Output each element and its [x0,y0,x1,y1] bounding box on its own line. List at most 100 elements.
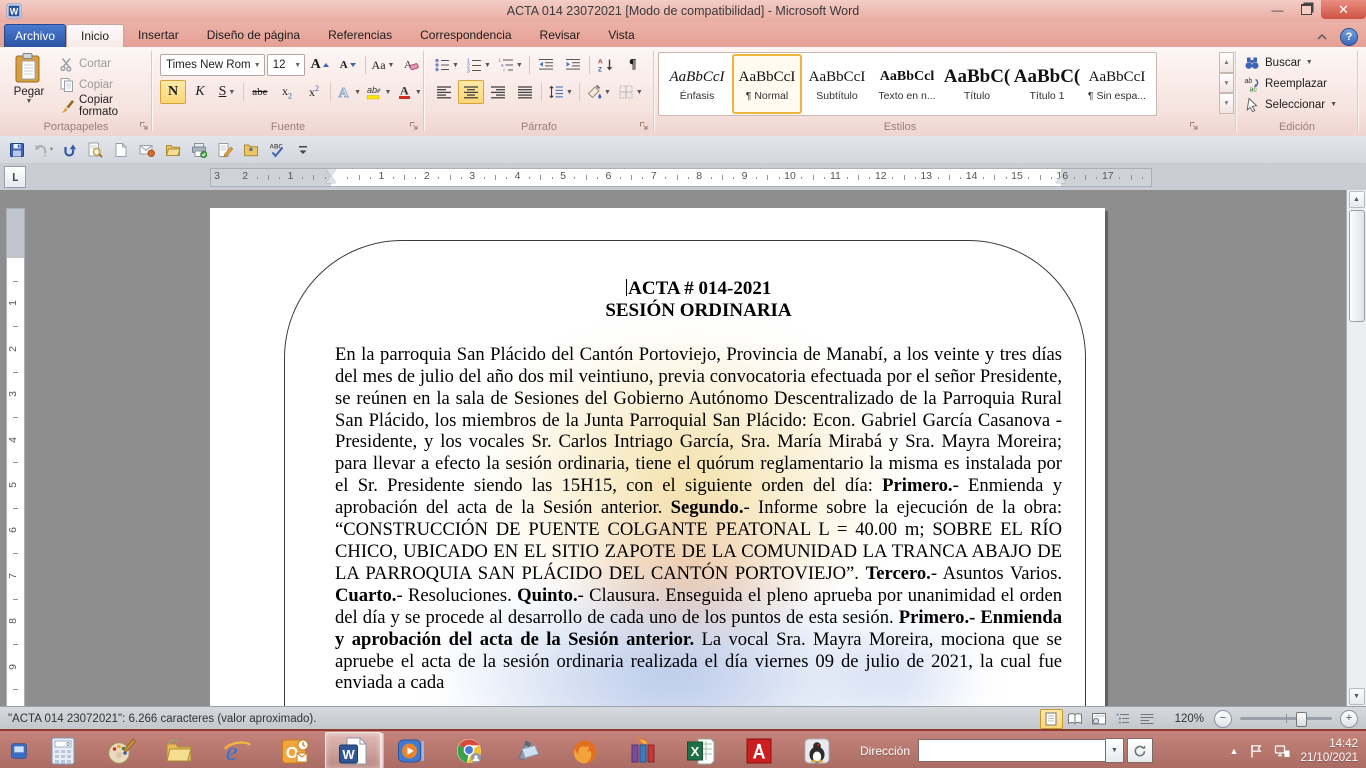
style--normal[interactable]: AaBbCcI¶ Normal [732,54,802,114]
tab-stop-selector[interactable]: L [4,166,26,188]
restore-button[interactable] [1292,0,1321,19]
styles-scroll-down[interactable]: ▼ [1219,73,1234,94]
style-título[interactable]: AaBbC(Título [942,54,1012,114]
close-button[interactable]: ✕ [1321,0,1366,19]
view-draft-button[interactable] [1136,709,1159,729]
style--sin-espa-[interactable]: AaBbCcI¶ Sin espa... [1082,54,1152,114]
align-center-button[interactable] [458,80,484,104]
horizontal-ruler[interactable]: 3211234567891011121314151617 [210,168,1152,187]
scroll-up-button[interactable]: ▲ [1349,191,1365,208]
copy-button[interactable]: Copiar [56,74,152,95]
seleccionar-button[interactable]: Seleccionar▼ [1240,94,1341,115]
right-indent-marker[interactable] [1056,176,1066,183]
qat-new-document-button[interactable] [108,139,134,161]
document-page[interactable]: ACTA # 014-2021 SESIÓN ORDINARIA En la p… [210,208,1105,706]
styles-scroll-up[interactable]: ▲ [1219,52,1234,73]
first-line-indent-marker[interactable] [326,169,336,176]
taskbar-calculator-button[interactable]: 0 [35,732,91,768]
help-button[interactable]: ? [1340,28,1358,46]
taskbar-drafting-app-button[interactable]: A [731,732,787,768]
zoom-level[interactable]: 120% [1175,713,1204,725]
highlight-button[interactable]: ab▼ [364,80,393,104]
tab-insertar[interactable]: Insertar [124,24,193,46]
taskbar-media-player-button[interactable] [383,732,439,768]
qat-edit-document-button[interactable] [212,139,238,161]
taskbar-windows-explorer-button[interactable] [151,732,207,768]
vertical-scrollbar[interactable]: ▲ ▼ [1346,190,1366,706]
taskbar-outlook-button[interactable]: O [267,732,323,768]
clock[interactable]: 14:42 21/10/2021 [1300,737,1358,765]
font-color-button[interactable]: A▼ [395,80,424,104]
bold-button[interactable]: N [160,80,186,104]
taskbar-java-app-button[interactable] [789,732,845,768]
qat-quick-print-button[interactable] [186,139,212,161]
italic-button[interactable]: K [187,80,213,104]
shading-button[interactable]: ▼ [583,80,614,104]
cut-button[interactable]: Cortar [56,53,152,74]
view-outline-button[interactable] [1112,709,1135,729]
qat-send-mail-button[interactable] [134,139,160,161]
reemplazar-button[interactable]: abacReemplazar [1240,73,1341,94]
tab-archivo[interactable]: Archivo [4,24,66,47]
borders-button[interactable]: ▼ [615,80,646,104]
qat-special-folder-button[interactable]: * [238,139,264,161]
taskbar-internet-explorer-button[interactable]: e [209,732,265,768]
text-effects-button[interactable]: A▼ [334,80,363,104]
document-content[interactable]: ACTA # 014-2021 SESIÓN ORDINARIA En la p… [335,278,1062,694]
network-icon[interactable] [1274,743,1290,759]
taskbar-paint-button[interactable] [93,732,149,768]
underline-button[interactable]: S▼ [214,80,240,104]
tab-referencias[interactable]: Referencias [314,24,406,46]
zoom-in-button[interactable]: + [1340,710,1358,728]
zoom-slider-thumb[interactable] [1296,712,1307,727]
hanging-indent-marker[interactable] [326,176,336,183]
subscript-button[interactable]: x2 [274,80,300,104]
zoom-slider[interactable] [1240,717,1332,720]
bullets-button[interactable]: ▼ [431,53,462,77]
qat-toolbar-options-button[interactable] [290,139,316,161]
show-hidden-icons-button[interactable]: ▲ [1230,746,1239,756]
style-subtítulo[interactable]: AaBbCcISubtítulo [802,54,872,114]
justify-button[interactable] [512,80,538,104]
tab-revisar[interactable]: Revisar [526,24,595,46]
taskbar-pinned-app-button[interactable] [5,732,33,768]
paragraph-dialog-launcher[interactable] [638,120,650,132]
scrollbar-thumb[interactable] [1349,210,1365,322]
taskbar-winrar-button[interactable] [615,732,671,768]
taskbar-chrome-button[interactable] [441,732,497,768]
taskbar[interactable]: 0eOWXA Dirección ▼ ▲ 14:42 21/10/2021 [0,729,1366,768]
taskbar-word-button[interactable]: W [325,732,381,768]
tab-dise-o-de-p-gina[interactable]: Diseño de página [193,24,314,46]
tab-vista[interactable]: Vista [594,24,648,46]
minimize-ribbon-icon[interactable] [1314,29,1330,45]
tab-inicio[interactable]: Inicio [66,24,124,47]
taskbar-excel-button[interactable]: X [673,732,729,768]
zoom-out-button[interactable]: − [1214,710,1232,728]
view-web-layout-button[interactable] [1088,709,1111,729]
scroll-down-button[interactable]: ▼ [1349,688,1365,705]
window-titlebar[interactable]: W ACTA 014 23072021 [Modo de compatibili… [0,0,1366,22]
shrink-font-button[interactable]: A [335,53,361,77]
status-bar[interactable]: "ACTA 014 23072021": 6.266 caracteres (v… [0,706,1366,730]
line-spacing-button[interactable]: ▼ [545,80,576,104]
numbering-button[interactable]: 123▼ [463,53,494,77]
paste-button[interactable]: Pegar ▼ [6,52,52,118]
address-go-button[interactable] [1127,738,1153,763]
style-texto-en-n-[interactable]: AaBbCclTexto en n... [872,54,942,114]
taskbar-firefox-button[interactable] [557,732,613,768]
font-name-combo[interactable]: Times New Rom▼ [160,54,265,76]
style-énfasis[interactable]: AaBbCcIÉnfasis [662,54,732,114]
align-right-button[interactable] [485,80,511,104]
view-fullscreen-reading-button[interactable] [1064,709,1087,729]
tab-correspondencia[interactable]: Correspondencia [406,24,525,46]
align-left-button[interactable] [431,80,457,104]
buscar-button[interactable]: Buscar▼ [1240,52,1341,73]
styles-dialog-launcher[interactable] [1188,120,1200,132]
qat-save-button[interactable] [4,139,30,161]
qat-open-button[interactable] [160,139,186,161]
clear-formatting-button[interactable]: A [398,53,424,77]
font-size-combo[interactable]: 12▼ [267,54,305,76]
minimize-button[interactable]: — [1263,0,1292,19]
grow-font-button[interactable]: A [307,53,333,77]
style-título-1[interactable]: AaBbC(Título 1 [1012,54,1082,114]
